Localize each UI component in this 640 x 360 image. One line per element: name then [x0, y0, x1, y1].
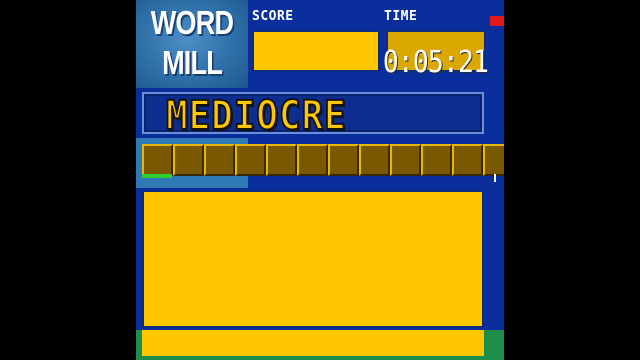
letter-tile[interactable] — [173, 144, 204, 176]
word-mill-logo: WORD MILL — [136, 0, 248, 88]
letter-tile[interactable] — [483, 144, 504, 176]
score-display — [252, 30, 380, 72]
logo-word-2: MILL — [162, 44, 223, 81]
letter-tile[interactable] — [359, 144, 390, 176]
letter-tile[interactable] — [297, 144, 328, 176]
time-value: 0:05:21 — [382, 45, 489, 80]
score-label: SCORE — [252, 9, 294, 24]
red-marker — [490, 16, 504, 26]
game-screen: WORD MILL SCORE TIME 0:05:21 MEDIOCRE — [136, 0, 504, 360]
letter-tile[interactable] — [204, 144, 235, 176]
letter-tile[interactable] — [421, 144, 452, 176]
letter-tile[interactable] — [390, 144, 421, 176]
bottom-strip-fill — [142, 330, 484, 356]
letter-tile[interactable] — [452, 144, 483, 176]
letter-tile[interactable] — [328, 144, 359, 176]
letter-tile[interactable] — [235, 144, 266, 176]
playfield[interactable] — [142, 190, 484, 328]
cursor-tick — [494, 174, 496, 182]
time-label: TIME — [384, 9, 418, 24]
letter-tile[interactable] — [266, 144, 297, 176]
current-word: MEDIOCRE — [165, 93, 347, 139]
progress-indicator — [142, 174, 172, 178]
logo-word-1: WORD — [150, 4, 234, 41]
letter-tile[interactable] — [142, 144, 173, 176]
side-panel — [486, 188, 504, 330]
letter-tile-row — [142, 144, 504, 176]
